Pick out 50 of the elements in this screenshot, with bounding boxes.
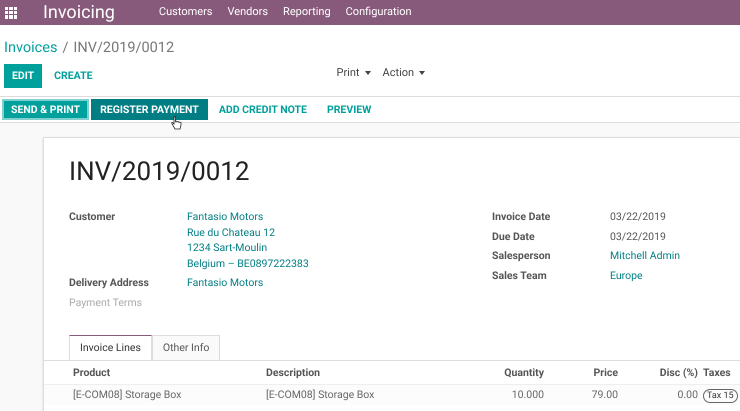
table-cell-text: 10.000: [510, 387, 544, 403]
field-label: Due Date: [492, 228, 536, 244]
create-button[interactable]: CREATE: [42, 64, 105, 88]
column-header: Description: [266, 364, 322, 380]
table-cell-text: 79.00: [590, 387, 618, 403]
field-link[interactable]: Fantasio Motors: [187, 275, 264, 290]
field-link[interactable]: Rue du Chateau 12: [187, 224, 309, 240]
invoice-number: INV/2019/0012: [69, 156, 251, 188]
field-label: Delivery Address: [69, 275, 150, 290]
header-button[interactable]: PREVIEW: [318, 99, 380, 120]
column-header: Quantity: [503, 364, 544, 380]
column-header: Disc (%): [658, 364, 698, 380]
breadcrumb-link[interactable]: Invoices: [4, 38, 58, 58]
header-button[interactable]: SEND & PRINT: [2, 99, 90, 120]
dropdown-menu-button[interactable]: Action: [382, 64, 426, 82]
field-link[interactable]: Mitchell Admin: [610, 248, 680, 268]
edit-button[interactable]: EDIT: [4, 64, 42, 88]
menu-item[interactable]: Reporting: [283, 4, 331, 21]
table-cell-text: [E-COM08] Storage Box: [266, 387, 376, 403]
column-header: Price: [592, 364, 618, 380]
tab[interactable]: Invoice Lines: [69, 335, 152, 360]
table-cell-text: [E-COM08] Storage Box: [73, 387, 182, 403]
field-label: Sales Team: [492, 268, 548, 284]
field-value: 03/22/2019: [610, 209, 666, 225]
table-cell-text: 0.00: [676, 387, 698, 403]
field-label: Invoice Date: [492, 209, 552, 225]
menu-item[interactable]: Vendors: [227, 4, 268, 21]
apps-menu-icon[interactable]: [5, 6, 17, 18]
menu-item[interactable]: Customers: [158, 4, 212, 21]
header-button[interactable]: ADD CREDIT NOTE: [210, 99, 316, 120]
dropdown-menu-button[interactable]: Print: [336, 64, 371, 82]
field-link[interactable]: Fantasio Motors: [187, 209, 309, 224]
field-link[interactable]: 1234 Sart-Moulin: [187, 240, 309, 256]
breadcrumb-current: INV/2019/0012: [73, 38, 174, 58]
menu-item[interactable]: Configuration: [346, 4, 412, 21]
caret-icon: [419, 71, 426, 75]
field-link[interactable]: Belgium – BE0897222383: [187, 256, 309, 271]
breadcrumb-separator: /: [62, 38, 68, 58]
field-label: Salesperson: [492, 248, 552, 264]
tab[interactable]: Other Info: [152, 335, 220, 360]
field-label: Customer: [69, 209, 116, 225]
tax-tag: Tax 15: [703, 389, 738, 403]
header-button[interactable]: REGISTER PAYMENT: [91, 99, 208, 120]
column-header: Taxes: [702, 364, 732, 380]
field-label: Payment Terms: [69, 294, 144, 310]
app-title: Invoicing: [43, 1, 115, 25]
column-header: Product: [73, 364, 112, 380]
caret-icon: [364, 71, 371, 75]
field-link[interactable]: Europe: [610, 268, 643, 287]
field-value: 03/22/2019: [610, 228, 666, 244]
